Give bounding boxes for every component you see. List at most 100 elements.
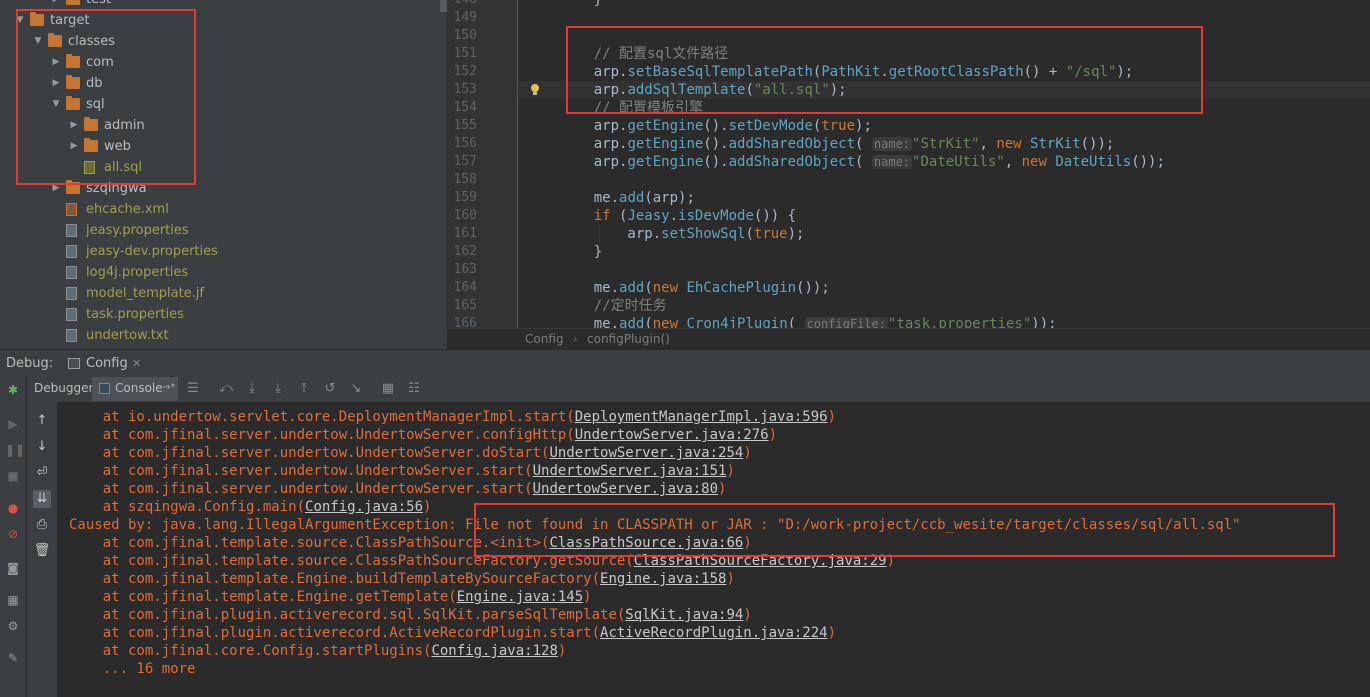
console-icon <box>99 383 110 394</box>
console-line-suffix: ) <box>726 463 735 479</box>
tree-item[interactable]: all.sql <box>0 157 440 178</box>
tree-item[interactable]: ▼ target <box>0 10 440 31</box>
console-output[interactable]: at io.undertow.servlet.core.DeploymentMa… <box>57 402 1370 697</box>
run-to-cursor-icon[interactable]: ↘ <box>348 381 364 397</box>
stacktrace-link[interactable]: Config.java:128 <box>431 643 557 659</box>
tree-item[interactable]: ▼ classes <box>0 31 440 52</box>
console-line: at com.jfinal.core.Config.startPlugins(C… <box>69 642 567 660</box>
tree-item[interactable]: ▼ sql <box>0 94 440 115</box>
breadcrumb-class[interactable]: Config <box>525 332 564 346</box>
pin-tab-icon[interactable]: ✎ <box>5 650 21 666</box>
stacktrace-link[interactable]: UndertowServer.java:151 <box>533 463 727 479</box>
stacktrace-link[interactable]: ActiveRecordPlugin.java:224 <box>600 625 828 641</box>
code-line: arp.getEngine().addSharedObject( name: "S… <box>560 136 1115 152</box>
clear-all-icon[interactable]: 🗑 <box>33 542 51 560</box>
debug-bug-icon[interactable]: ✱ <box>5 382 21 398</box>
code-line: me.add(arp); <box>560 190 695 206</box>
tree-item[interactable]: ▶ admin <box>0 115 440 136</box>
console-line-suffix: ) <box>827 625 837 641</box>
breadcrumb-method[interactable]: configPlugin() <box>587 332 670 346</box>
stacktrace-link[interactable]: ClassPathSource.java:66 <box>549 535 743 551</box>
tab-console[interactable]: Console →* <box>92 377 178 401</box>
code-line: // 配置sql文件路径 <box>593 46 729 62</box>
tab-debugger[interactable]: Debugger <box>34 381 93 395</box>
tree-item[interactable]: ▶ web <box>0 136 440 157</box>
stacktrace-link[interactable]: UndertowServer.java:276 <box>575 427 769 443</box>
close-icon[interactable]: ✕ <box>132 357 141 370</box>
tree-item[interactable]: jeasy-dev.properties <box>0 241 440 262</box>
step-into-icon[interactable]: ⤓ <box>270 381 286 397</box>
console-line: at com.jfinal.plugin.activerecord.sql.Sq… <box>69 606 752 624</box>
trace-icon[interactable]: ☷ <box>406 381 422 397</box>
down-arrow-icon[interactable]: ↓ <box>33 438 51 456</box>
tree-item[interactable]: ehcache.xml <box>0 199 440 220</box>
file-icon <box>66 308 77 321</box>
expand-arrow-icon[interactable]: ▶ <box>51 52 61 73</box>
line-number: 148 <box>447 0 477 9</box>
tree-item[interactable]: ▶ test <box>0 0 440 10</box>
camera-icon[interactable]: ◙ <box>5 560 21 576</box>
show-execution-point-icon[interactable]: ⤺ <box>218 381 234 397</box>
folder-icon <box>84 138 98 152</box>
drop-frame-icon[interactable]: ↺ <box>322 381 338 397</box>
step-out-icon[interactable]: ⤒ <box>296 381 312 397</box>
expand-arrow-icon[interactable]: ▶ <box>69 136 79 157</box>
view-breakpoints-icon[interactable]: ● <box>5 500 21 516</box>
code-editor[interactable]: 148 } 149 150 151 // 配置sql文件路径 152 arp.setBa… <box>447 0 1370 328</box>
lightbulb-icon[interactable] <box>529 84 541 96</box>
expand-arrow-icon[interactable]: ▶ <box>69 115 79 136</box>
code-line: if (Jeasy.isDevMode()) { <box>593 208 797 224</box>
resume-icon[interactable]: ▶ <box>5 416 21 432</box>
mute-breakpoints-icon[interactable]: ⊘ <box>5 526 21 542</box>
console-line-suffix: ) <box>726 571 735 587</box>
folder-icon <box>48 33 62 47</box>
stacktrace-link[interactable]: SqlKit.java:94 <box>625 607 743 623</box>
stacktrace-link[interactable]: Engine.java:145 <box>457 589 583 605</box>
stacktrace-link[interactable]: UndertowServer.java:80 <box>533 481 718 497</box>
print-icon[interactable]: ⎙ <box>33 516 51 534</box>
tree-item-label: web <box>104 139 131 154</box>
folder-icon <box>84 117 98 131</box>
step-over-icon[interactable]: ⤓ <box>244 381 260 397</box>
stacktrace-link[interactable]: ClassPathSourceFactory.java:29 <box>634 553 887 569</box>
tree-item[interactable]: ▶ db <box>0 73 440 94</box>
debug-toolbar: Debug: Config ✕ <box>0 349 1370 376</box>
pause-icon[interactable]: ❚❚ <box>5 442 25 458</box>
pin-icon[interactable]: →* <box>162 382 175 393</box>
console-line-text: at com.jfinal.core.Config.startPlugins( <box>69 643 432 659</box>
settings-icon[interactable]: ⚙ <box>5 618 21 634</box>
layout-icon[interactable]: ☰ <box>185 381 201 397</box>
folder-icon <box>30 12 44 26</box>
code-line: } <box>593 0 603 8</box>
collapse-arrow-icon[interactable]: ▼ <box>15 10 25 31</box>
tree-item[interactable]: model_template.jf <box>0 283 440 304</box>
tree-item[interactable]: jeasy.properties <box>0 220 440 241</box>
tree-item[interactable]: task.properties <box>0 304 440 325</box>
stacktrace-link[interactable]: UndertowServer.java:254 <box>549 445 743 461</box>
evaluate-icon[interactable]: ▦ <box>380 381 396 397</box>
layout-grid-icon[interactable]: ▦ <box>5 592 21 608</box>
console-line: Caused by: java.lang.IllegalArgumentExce… <box>69 516 1241 534</box>
stop-icon[interactable]: ■ <box>5 468 21 484</box>
tab-config[interactable]: Config ✕ <box>62 352 148 376</box>
tree-item[interactable]: undertow.txt <box>0 325 440 346</box>
code-line: arp.setShowSql(true); <box>560 226 805 242</box>
expand-arrow-icon[interactable]: ▶ <box>51 0 61 10</box>
tree-item[interactable]: log4j.properties <box>0 262 440 283</box>
stacktrace-link[interactable]: DeploymentManagerImpl.java:596 <box>575 409 828 425</box>
soft-wrap-icon[interactable]: ⏎ <box>33 464 51 482</box>
collapse-arrow-icon[interactable]: ▼ <box>33 31 43 52</box>
code-line: arp.setBaseSqlTemplatePath(PathKit.getRo… <box>560 64 1134 80</box>
debug-action-strip: ✱ ▶ ❚❚ ■ ● ⊘ ◙ ▦ ⚙ ✎ <box>0 376 27 697</box>
stacktrace-link[interactable]: Config.java:56 <box>305 499 423 515</box>
collapse-arrow-icon[interactable]: ▼ <box>51 94 61 115</box>
up-arrow-icon[interactable]: ↑ <box>33 412 51 430</box>
tree-scrollbar[interactable] <box>440 0 447 12</box>
tree-item[interactable]: ▶ szqingwa <box>0 178 440 199</box>
scroll-to-end-icon[interactable]: ⇊ <box>33 490 51 508</box>
tree-item[interactable]: ▶ com <box>0 52 440 73</box>
console-line-text: at com.jfinal.server.undertow.UndertowSe… <box>69 445 550 461</box>
expand-arrow-icon[interactable]: ▶ <box>51 73 61 94</box>
expand-arrow-icon[interactable]: ▶ <box>51 178 61 199</box>
stacktrace-link[interactable]: Engine.java:158 <box>600 571 726 587</box>
